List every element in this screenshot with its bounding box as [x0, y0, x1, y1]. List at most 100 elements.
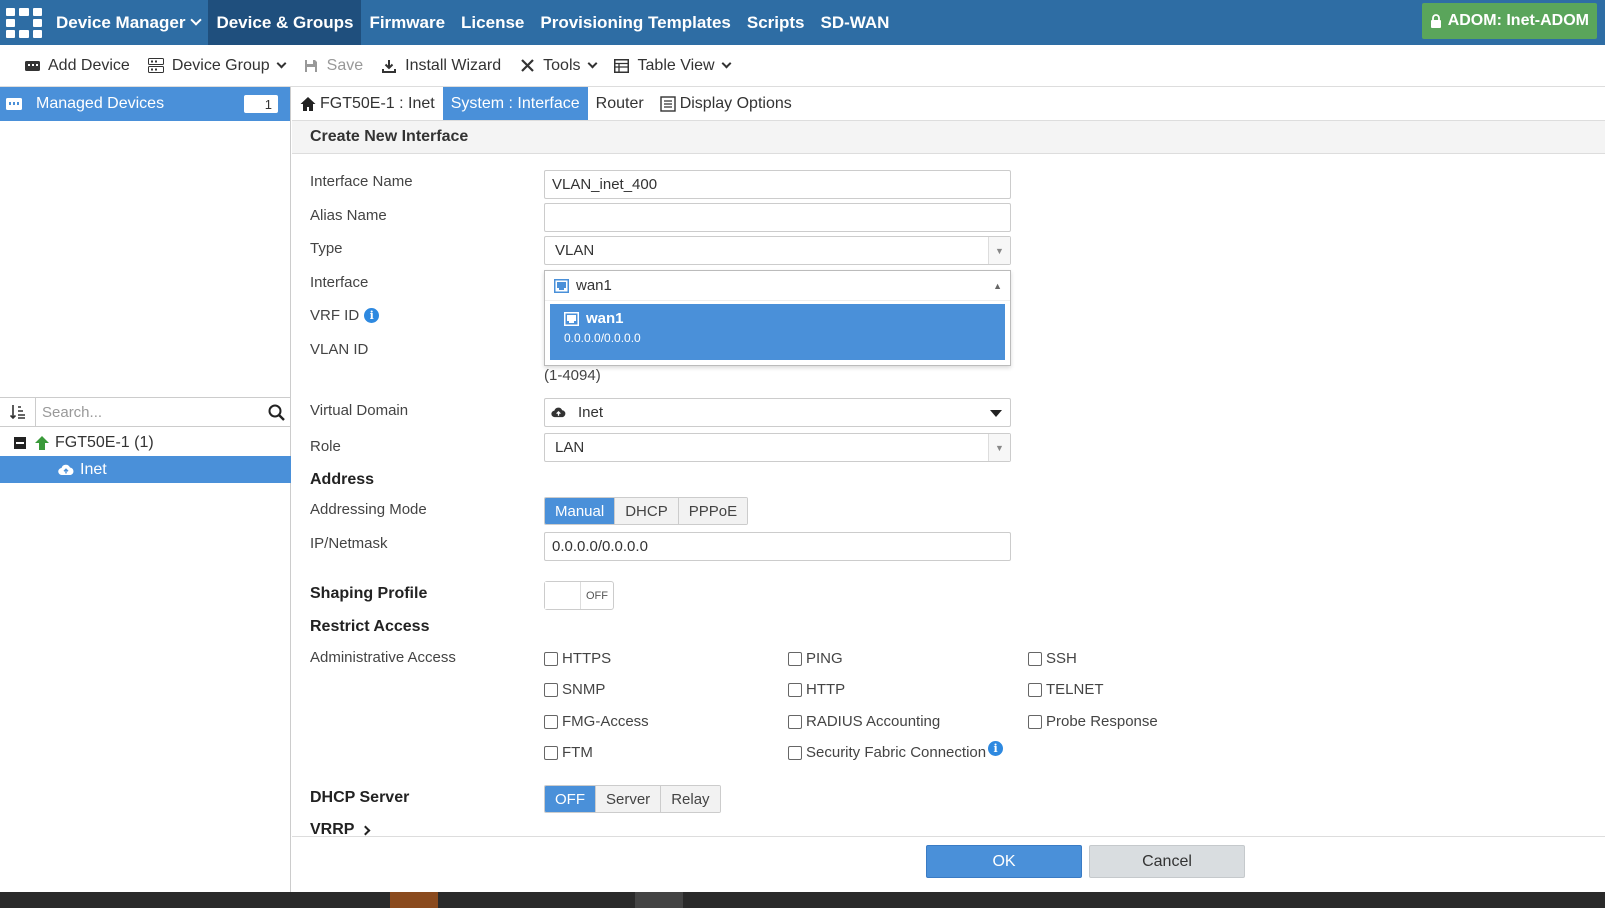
checkbox-box[interactable] — [544, 714, 558, 729]
save-icon — [303, 58, 319, 74]
checkbox-box[interactable] — [1028, 714, 1042, 729]
nav-provisioning-templates[interactable]: Provisioning Templates — [532, 0, 739, 45]
tools-icon — [519, 58, 535, 74]
tools-menu[interactable]: Tools — [519, 57, 597, 75]
dhcp-mode-server[interactable]: Server — [596, 786, 662, 812]
security-fabric-checkbox[interactable]: Security Fabric Connection i — [788, 741, 1004, 761]
nav-device-groups[interactable]: Device & Groups — [208, 0, 362, 45]
dhcp-mode-relay[interactable]: Relay — [661, 786, 720, 812]
save-button[interactable]: Save — [303, 57, 363, 75]
http-checkbox[interactable]: HTTP — [788, 681, 845, 698]
dhcp-mode-off[interactable]: OFF — [545, 786, 596, 812]
main-panel: FGT50E-1 : Inet System : Interface Route… — [292, 87, 1605, 908]
device-search-input[interactable] — [36, 403, 261, 421]
type-label: Type — [310, 240, 343, 257]
checkbox-box[interactable] — [544, 682, 558, 697]
fmg-access-checkbox[interactable]: FMG-Access — [544, 713, 649, 730]
checkbox-box[interactable] — [544, 651, 558, 666]
type-select[interactable]: VLAN ▼ — [544, 236, 1011, 265]
sort-button[interactable] — [0, 397, 36, 427]
dhcp-server-toggle-group: OFF Server Relay — [544, 785, 721, 813]
addressing-mode-dhcp[interactable]: DHCP — [615, 498, 679, 524]
shaping-profile-toggle[interactable]: OFF — [544, 581, 614, 610]
checkbox-box[interactable] — [1028, 682, 1042, 697]
cancel-button[interactable]: Cancel — [1089, 845, 1245, 878]
adom-label: ADOM: Inet-ADOM — [1447, 12, 1589, 29]
snmp-checkbox[interactable]: SNMP — [544, 681, 605, 698]
vrf-id-label-row: VRF ID i — [310, 307, 380, 324]
managed-devices-label: Managed Devices — [36, 95, 165, 112]
interface-dropdown[interactable]: wan1 ▲ wan1 0.0.0.0/0.0.0.0 — [544, 270, 1011, 366]
tab-router[interactable]: Router — [588, 87, 652, 120]
info-icon[interactable]: i — [988, 741, 1004, 756]
ping-checkbox[interactable]: PING — [788, 650, 843, 667]
interface-option-name: wan1 — [586, 310, 624, 327]
table-view-menu[interactable]: Table View — [614, 57, 732, 75]
nav-sd-wan[interactable]: SD-WAN — [813, 0, 898, 45]
addressing-mode-manual[interactable]: Manual — [545, 498, 616, 524]
add-device-button[interactable]: Add Device — [24, 57, 130, 75]
search-icon[interactable] — [261, 404, 291, 421]
tab-bar: FGT50E-1 : Inet System : Interface Route… — [292, 87, 1605, 121]
nav-license[interactable]: License — [453, 0, 532, 45]
interface-label: Interface — [310, 274, 369, 291]
tab-system-interface[interactable]: System : Interface — [442, 87, 588, 120]
checkbox-box[interactable] — [788, 682, 802, 697]
adom-selector-button[interactable]: ADOM: Inet-ADOM — [1421, 3, 1597, 39]
alias-name-input[interactable] — [544, 203, 1011, 232]
https-label: HTTPS — [562, 650, 612, 667]
left-sidebar: Managed Devices 1 FGT50E-1 (1) Inet — [0, 87, 291, 908]
dhcp-server-label: DHCP Server — [310, 789, 410, 806]
checkbox-box[interactable] — [788, 651, 802, 666]
checkbox-box[interactable] — [788, 714, 802, 729]
radius-accounting-label: RADIUS Accounting — [806, 713, 941, 730]
vlan-id-range-hint: (1-4094) — [544, 367, 601, 384]
chevron-down-icon — [587, 58, 597, 68]
tree-item-device[interactable]: FGT50E-1 (1) — [0, 429, 291, 456]
ok-button[interactable]: OK — [926, 845, 1082, 878]
checkbox-box[interactable] — [788, 745, 802, 760]
interface-name-input[interactable]: VLAN_inet_400 — [544, 170, 1011, 199]
display-options-button[interactable]: Display Options — [652, 87, 800, 120]
fortinet-logo-icon[interactable] — [0, 0, 48, 45]
install-wizard-button[interactable]: Install Wizard — [381, 57, 501, 75]
collapse-icon[interactable] — [14, 436, 26, 449]
addressing-mode-pppoe[interactable]: PPPoE — [678, 498, 748, 524]
tree-item-vdom[interactable]: Inet — [0, 456, 291, 483]
download-icon — [381, 58, 397, 74]
probe-response-checkbox[interactable]: Probe Response — [1028, 713, 1158, 730]
role-label: Role — [310, 438, 341, 455]
interface-select[interactable]: wan1 ▲ — [545, 271, 1010, 301]
chevron-down-icon — [190, 14, 203, 26]
nav-firmware[interactable]: Firmware — [361, 0, 453, 45]
top-nav-bar: Device Manager Device & Groups Firmware … — [0, 0, 1605, 45]
ip-netmask-input[interactable]: 0.0.0.0/0.0.0.0 — [544, 532, 1011, 561]
app-switcher-device-manager[interactable]: Device Manager — [48, 0, 208, 45]
role-select[interactable]: LAN ▼ — [544, 433, 1011, 462]
checkbox-box[interactable] — [1028, 651, 1042, 666]
telnet-checkbox[interactable]: TELNET — [1028, 681, 1104, 698]
device-group-menu[interactable]: Device Group — [147, 57, 287, 75]
chevron-right-icon — [361, 825, 371, 835]
save-label: Save — [326, 56, 364, 74]
ssh-checkbox[interactable]: SSH — [1028, 650, 1077, 667]
chevron-down-icon — [721, 58, 732, 68]
list-icon — [659, 95, 676, 112]
managed-devices-count-badge: 1 — [244, 95, 278, 113]
virtual-domain-select[interactable]: Inet — [544, 398, 1011, 427]
nav-scripts[interactable]: Scripts — [739, 0, 813, 45]
info-icon[interactable]: i — [364, 308, 380, 323]
tree-vdom-label: Inet — [80, 460, 107, 478]
https-checkbox[interactable]: HTTPS — [544, 650, 611, 667]
tab-device-home[interactable]: FGT50E-1 : Inet — [292, 87, 443, 120]
checkbox-box[interactable] — [544, 745, 558, 760]
managed-devices-item[interactable]: Managed Devices 1 — [0, 87, 290, 121]
device-tree-search-bar — [0, 397, 291, 427]
interface-option-wan1[interactable]: wan1 0.0.0.0/0.0.0.0 — [550, 304, 1005, 360]
ftm-checkbox[interactable]: FTM — [544, 744, 593, 761]
caret-down-icon: ▼ — [988, 237, 1010, 264]
probe-response-label: Probe Response — [1046, 713, 1158, 730]
vlan-id-label: VLAN ID — [310, 341, 369, 358]
radius-accounting-checkbox[interactable]: RADIUS Accounting — [788, 713, 940, 730]
port-icon — [554, 278, 569, 293]
